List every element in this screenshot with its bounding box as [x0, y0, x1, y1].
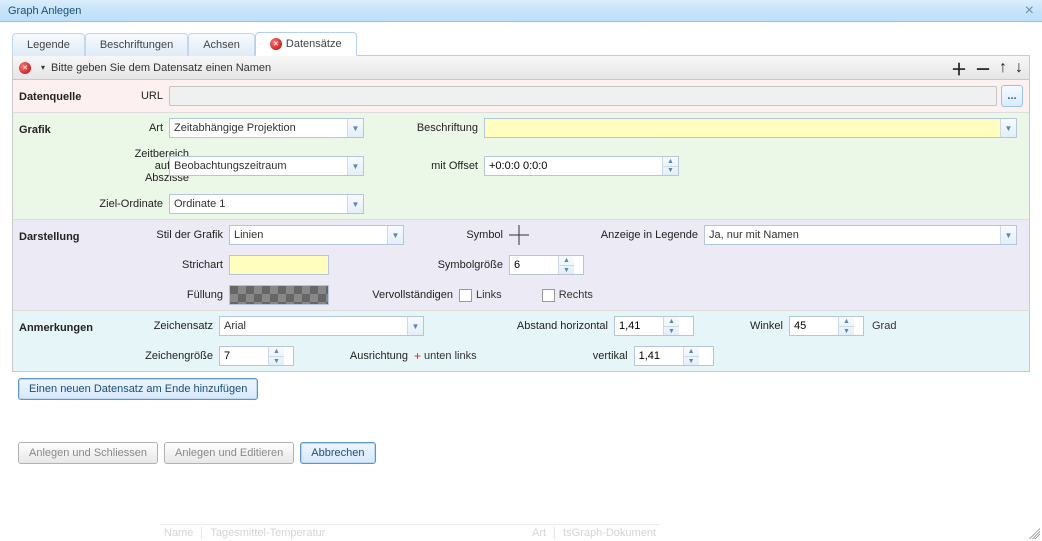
symbol-label: Symbol — [404, 229, 509, 241]
zeichensatz-select[interactable]: Arial▼ — [219, 316, 424, 336]
spin-up-icon[interactable]: ▲ — [664, 317, 679, 327]
resize-grip-icon[interactable] — [1026, 525, 1040, 539]
offset-label: mit Offset — [364, 160, 484, 172]
block-grafik: Grafik — [19, 118, 119, 136]
error-icon — [270, 38, 282, 50]
zeichengroesse-label: Zeichengröße — [119, 350, 219, 362]
spin-up-icon[interactable]: ▲ — [559, 256, 574, 266]
spin-up-icon[interactable]: ▲ — [684, 347, 699, 357]
fuellung-label: Füllung — [119, 289, 229, 301]
spin-down-icon[interactable]: ▼ — [663, 167, 678, 176]
block-datenquelle: Datenquelle — [19, 85, 119, 103]
remove-icon[interactable]: － — [975, 56, 991, 80]
zeitbereich-select[interactable]: Beobachtungszeitraum▼ — [169, 156, 364, 176]
abstand-h-label: Abstand horizontal — [424, 320, 614, 332]
anchor-icon[interactable]: + — [414, 349, 421, 363]
error-icon — [19, 62, 31, 74]
vervollstaendigen-label: Vervollständigen — [329, 289, 459, 301]
caret-down-icon[interactable]: ▾ — [41, 63, 45, 72]
spin-down-icon[interactable]: ▼ — [839, 327, 854, 336]
dataset-header-bar[interactable]: ▾ Bitte geben Sie dem Datensatz einen Na… — [12, 56, 1030, 80]
beschriftung-label: Beschriftung — [364, 122, 484, 134]
rechts-label: Rechts — [559, 289, 593, 301]
footer-buttons: Anlegen und Schliessen Anlegen und Editi… — [12, 434, 1030, 464]
spin-down-icon[interactable]: ▼ — [269, 357, 284, 366]
abstand-h-stepper[interactable]: ▲▼ — [614, 316, 694, 336]
ziel-ordinate-label: Ziel-Ordinate — [93, 198, 169, 210]
url-input[interactable] — [169, 86, 997, 106]
chevron-down-icon: ▼ — [347, 195, 363, 213]
anlegen-editieren-button[interactable]: Anlegen und Editieren — [164, 442, 294, 464]
links-label: Links — [476, 289, 502, 301]
titlebar: Graph Anlegen × — [0, 0, 1042, 22]
symbol-preview-icon[interactable] — [509, 225, 529, 245]
add-dataset-button[interactable]: Einen neuen Datensatz am Ende hinzufügen — [18, 378, 258, 400]
spin-up-icon[interactable]: ▲ — [269, 347, 284, 357]
spin-up-icon[interactable]: ▲ — [839, 317, 854, 327]
chevron-down-icon: ▼ — [387, 226, 403, 244]
winkel-stepper[interactable]: ▲▼ — [789, 316, 864, 336]
chevron-down-icon: ▼ — [347, 119, 363, 137]
art-select[interactable]: Zeitabhängige Projektion▼ — [169, 118, 364, 138]
fuellung-swatch[interactable] — [229, 285, 329, 305]
offset-stepper[interactable]: ▲▼ — [484, 156, 679, 176]
tab-datensaetze[interactable]: Datensätze — [255, 32, 357, 56]
legend-display-select[interactable]: Ja, nur mit Namen▼ — [704, 225, 1017, 245]
strichart-label: Strichart — [119, 259, 229, 271]
abbrechen-button[interactable]: Abbrechen — [300, 442, 375, 464]
chevron-down-icon: ▼ — [1000, 119, 1016, 137]
block-darstellung: Darstellung — [19, 225, 119, 243]
symbolgroesse-stepper[interactable]: ▲▼ — [509, 255, 584, 275]
legend-display-label: Anzeige in Legende — [529, 229, 704, 241]
chevron-down-icon: ▼ — [347, 157, 363, 175]
zeichensatz-label: Zeichensatz — [119, 320, 219, 332]
tab-strip: Legende Beschriftungen Achsen Datensätze — [12, 32, 1030, 56]
spin-up-icon[interactable]: ▲ — [663, 157, 678, 167]
stil-select[interactable]: Linien▼ — [229, 225, 404, 245]
rechts-checkbox[interactable] — [542, 289, 555, 302]
links-checkbox[interactable] — [459, 289, 472, 302]
chevron-down-icon: ▼ — [407, 317, 423, 335]
art-label: Art — [119, 122, 169, 134]
spin-down-icon[interactable]: ▼ — [684, 357, 699, 366]
stil-label: Stil der Grafik — [119, 229, 229, 241]
tab-beschriftungen[interactable]: Beschriftungen — [85, 33, 188, 56]
winkel-label: Winkel — [694, 320, 789, 332]
url-label: URL — [119, 90, 169, 102]
background-table: Name Tagesmittel-Temperatur Art tsGraph-… — [160, 524, 660, 541]
move-up-icon[interactable]: ↑ — [999, 59, 1007, 77]
close-icon[interactable]: × — [1025, 3, 1034, 19]
block-anmerkungen: Anmerkungen — [19, 316, 119, 334]
validation-message: Bitte geben Sie dem Datensatz einen Name… — [51, 62, 271, 74]
browse-button[interactable]: ... — [1001, 85, 1023, 107]
chevron-down-icon: ▼ — [1000, 226, 1016, 244]
offset-value[interactable] — [485, 157, 662, 175]
tab-legende[interactable]: Legende — [12, 33, 85, 56]
move-down-icon[interactable]: ↓ — [1015, 59, 1023, 77]
strichart-swatch[interactable] — [229, 255, 329, 275]
spin-down-icon[interactable]: ▼ — [664, 327, 679, 336]
anlegen-schliessen-button[interactable]: Anlegen und Schliessen — [18, 442, 158, 464]
vertikal-stepper[interactable]: ▲▼ — [634, 346, 714, 366]
ziel-ordinate-select[interactable]: Ordinate 1▼ — [169, 194, 364, 214]
beschriftung-input[interactable]: ▼ — [484, 118, 1017, 138]
vertikal-label: vertikal — [477, 350, 634, 362]
ausrichtung-value: unten links — [424, 350, 477, 362]
spin-down-icon[interactable]: ▼ — [559, 266, 574, 275]
tab-achsen[interactable]: Achsen — [188, 33, 255, 56]
zeichengroesse-stepper[interactable]: ▲▼ — [219, 346, 294, 366]
window-title: Graph Anlegen — [8, 5, 81, 17]
ausrichtung-label: Ausrichtung — [294, 350, 414, 362]
grad-unit: Grad — [872, 320, 896, 332]
symbolgroesse-label: Symbolgröße — [329, 259, 509, 271]
add-icon[interactable]: ＋ — [951, 56, 967, 80]
